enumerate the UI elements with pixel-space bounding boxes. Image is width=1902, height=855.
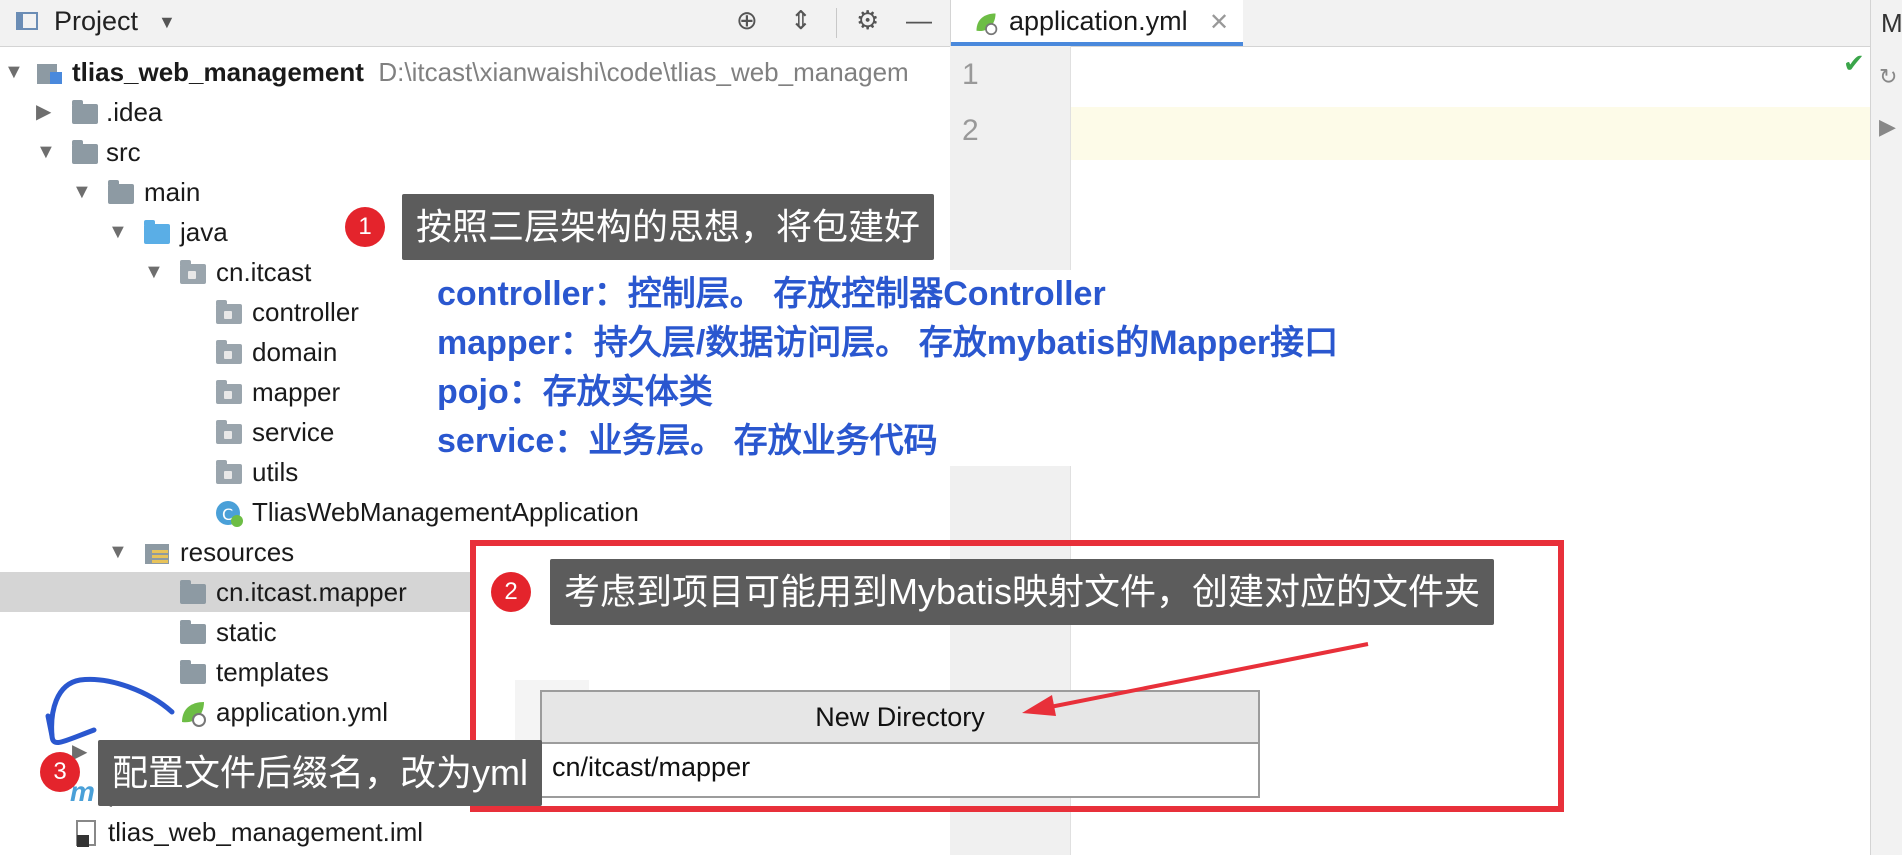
annotation-arrows	[45, 642, 1369, 746]
annotation-note-3: 配置文件后缀名，改为yml	[98, 740, 542, 806]
annotation-badge: 3	[40, 752, 80, 792]
